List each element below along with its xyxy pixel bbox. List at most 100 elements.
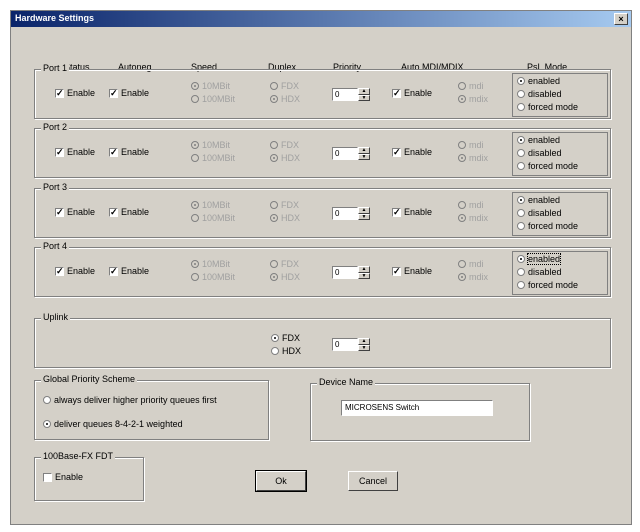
port-4-pse-forced-label: forced mode bbox=[528, 280, 579, 290]
uplink-priority-spinner[interactable]: 0 ▲ ▼ bbox=[332, 338, 370, 351]
ok-button[interactable]: Ok bbox=[255, 470, 307, 492]
port-4-mdix-radio[interactable]: mdix bbox=[458, 272, 488, 282]
port-4-pse-disabled-radio[interactable]: disabled bbox=[517, 267, 562, 277]
port-1-speed-100-radio[interactable]: 100MBit bbox=[191, 94, 235, 104]
spin-down-icon[interactable]: ▼ bbox=[358, 213, 370, 220]
port-2-mdi-enable-checkbox[interactable]: ✓ Enable bbox=[392, 147, 432, 157]
priority-scheme-option-1[interactable]: always deliver higher priority queues fi… bbox=[43, 395, 217, 405]
device-name-input[interactable]: MICROSENS Switch bbox=[341, 400, 493, 416]
checkbox-box bbox=[43, 472, 52, 482]
port-3-mdi-enable-label: Enable bbox=[404, 207, 433, 217]
port-1-priority-spinner[interactable]: 0 ▲ ▼ bbox=[332, 88, 370, 101]
port-1-autoneg-checkbox[interactable]: ✓ Enable bbox=[109, 88, 149, 98]
port-1-mdi-enable-checkbox[interactable]: ✓ Enable bbox=[392, 88, 432, 98]
port-1-priority-value[interactable]: 0 bbox=[332, 88, 358, 101]
port-3-priority-spinner[interactable]: 0 ▲ ▼ bbox=[332, 207, 370, 220]
radio-dot bbox=[517, 162, 525, 170]
radio-dot bbox=[517, 209, 525, 217]
port-3-fdx-radio[interactable]: FDX bbox=[270, 200, 299, 210]
port-2-fdx-radio[interactable]: FDX bbox=[270, 140, 299, 150]
radio-dot bbox=[517, 196, 525, 204]
port-2-priority-value[interactable]: 0 bbox=[332, 147, 358, 160]
port-1-hdx-label: HDX bbox=[281, 94, 301, 104]
radio-dot bbox=[191, 82, 199, 90]
port-2-group: Port 2 ✓ Enable ✓ Enable 10MBit 100MBit … bbox=[34, 122, 611, 178]
radio-dot bbox=[458, 154, 466, 162]
port-4-mdi-label: mdi bbox=[469, 259, 484, 269]
port-4-pse-forced-radio[interactable]: forced mode bbox=[517, 280, 578, 290]
port-3-hdx-radio[interactable]: HDX bbox=[270, 213, 300, 223]
port-1-hdx-radio[interactable]: HDX bbox=[270, 94, 300, 104]
port-2-mdix-radio[interactable]: mdix bbox=[458, 153, 488, 163]
port-3-mdix-radio[interactable]: mdix bbox=[458, 213, 488, 223]
port-4-speed-100-radio[interactable]: 100MBit bbox=[191, 272, 235, 282]
port-1-fdx-label: FDX bbox=[281, 81, 299, 91]
port-1-pse-disabled-radio[interactable]: disabled bbox=[517, 89, 562, 99]
cancel-button[interactable]: Cancel bbox=[348, 471, 398, 491]
port-2-pse-forced-radio[interactable]: forced mode bbox=[517, 161, 578, 171]
radio-dot bbox=[517, 103, 525, 111]
port-1-status-checkbox[interactable]: ✓ Enable bbox=[55, 88, 95, 98]
port-4-mdi-radio[interactable]: mdi bbox=[458, 259, 484, 269]
priority-scheme-option-2[interactable]: deliver queues 8-4-2-1 weighted bbox=[43, 419, 183, 429]
port-2-pse-disabled-radio[interactable]: disabled bbox=[517, 148, 562, 158]
port-1-pse-enabled-radio[interactable]: enabled bbox=[517, 76, 560, 86]
spin-down-icon[interactable]: ▼ bbox=[358, 344, 370, 351]
port-2-status-checkbox[interactable]: ✓ Enable bbox=[55, 147, 95, 157]
port-2-fdx-label: FDX bbox=[281, 140, 299, 150]
port-2-speed-10-radio[interactable]: 10MBit bbox=[191, 140, 230, 150]
port-3-status-checkbox[interactable]: ✓ Enable bbox=[55, 207, 95, 217]
port-3-pse-forced-radio[interactable]: forced mode bbox=[517, 221, 578, 231]
port-1-pse-forced-label: forced mode bbox=[528, 102, 579, 112]
port-1-pse-forced-radio[interactable]: forced mode bbox=[517, 102, 578, 112]
port-3-mdi-radio[interactable]: mdi bbox=[458, 200, 484, 210]
port-2-autoneg-checkbox[interactable]: ✓ Enable bbox=[109, 147, 149, 157]
port-1-mdi-radio[interactable]: mdi bbox=[458, 81, 484, 91]
port-1-fdx-radio[interactable]: FDX bbox=[270, 81, 299, 91]
port-2-speed-100-radio[interactable]: 100MBit bbox=[191, 153, 235, 163]
spin-down-icon[interactable]: ▼ bbox=[358, 272, 370, 279]
fx-enable-label: Enable bbox=[55, 472, 84, 482]
port-4-pse-box: enabled disabled forced mode bbox=[512, 251, 608, 295]
port-4-autoneg-checkbox[interactable]: ✓ Enable bbox=[109, 266, 149, 276]
radio-dot bbox=[191, 141, 199, 149]
port-4-fdx-radio[interactable]: FDX bbox=[270, 259, 299, 269]
check-icon: ✓ bbox=[55, 206, 64, 217]
port-3-pse-enabled-radio[interactable]: enabled bbox=[517, 195, 560, 205]
port-3-pse-disabled-radio[interactable]: disabled bbox=[517, 208, 562, 218]
close-button[interactable]: × bbox=[614, 13, 628, 25]
port-4-speed-10-radio[interactable]: 10MBit bbox=[191, 259, 230, 269]
uplink-hdx-radio[interactable]: HDX bbox=[271, 346, 301, 356]
port-4-pse-enabled-radio[interactable]: enabled bbox=[517, 253, 562, 265]
uplink-label: Uplink bbox=[41, 312, 71, 322]
port-1-status-label: Enable bbox=[67, 88, 96, 98]
uplink-priority-value[interactable]: 0 bbox=[332, 338, 358, 351]
spin-down-icon[interactable]: ▼ bbox=[358, 94, 370, 101]
port-4-status-checkbox[interactable]: ✓ Enable bbox=[55, 266, 95, 276]
port-2-pse-enabled-radio[interactable]: enabled bbox=[517, 135, 560, 145]
port-3-autoneg-checkbox[interactable]: ✓ Enable bbox=[109, 207, 149, 217]
check-icon: ✓ bbox=[392, 265, 401, 276]
port-3-fdx-label: FDX bbox=[281, 200, 299, 210]
port-2-priority-spinner[interactable]: 0 ▲ ▼ bbox=[332, 147, 370, 160]
uplink-fdx-radio[interactable]: FDX bbox=[271, 333, 300, 343]
port-3-speed-100-radio[interactable]: 100MBit bbox=[191, 213, 235, 223]
port-4-hdx-radio[interactable]: HDX bbox=[270, 272, 300, 282]
port-4-priority-value[interactable]: 0 bbox=[332, 266, 358, 279]
port-1-mdix-radio[interactable]: mdix bbox=[458, 94, 488, 104]
port-3-speed-10-radio[interactable]: 10MBit bbox=[191, 200, 230, 210]
radio-dot bbox=[270, 260, 278, 268]
port-1-speed-10-radio[interactable]: 10MBit bbox=[191, 81, 230, 91]
port-4-mdi-enable-checkbox[interactable]: ✓ Enable bbox=[392, 266, 432, 276]
port-4-fdx-label: FDX bbox=[281, 259, 299, 269]
spin-down-icon[interactable]: ▼ bbox=[358, 153, 370, 160]
fx-enable-checkbox[interactable]: Enable bbox=[43, 472, 83, 482]
port-1-label: Port 1 bbox=[41, 63, 70, 73]
port-3-mdi-enable-checkbox[interactable]: ✓ Enable bbox=[392, 207, 432, 217]
port-4-priority-spinner[interactable]: 0 ▲ ▼ bbox=[332, 266, 370, 279]
port-2-mdi-radio[interactable]: mdi bbox=[458, 140, 484, 150]
port-3-pse-forced-label: forced mode bbox=[528, 221, 579, 231]
port-2-hdx-radio[interactable]: HDX bbox=[270, 153, 300, 163]
port-3-priority-value[interactable]: 0 bbox=[332, 207, 358, 220]
radio-dot bbox=[517, 149, 525, 157]
